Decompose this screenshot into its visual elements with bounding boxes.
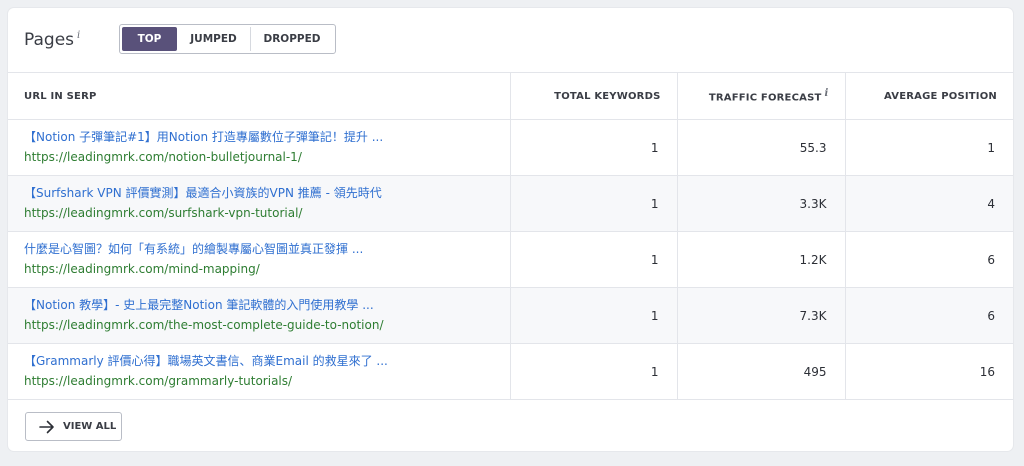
column-header-traffic[interactable]: TRAFFIC FORECAST i [677, 72, 846, 120]
keywords-cell: 1 [510, 231, 678, 288]
tab-top[interactable]: TOP [122, 27, 177, 51]
url-cell: 什麼是心智圖？如何「有系統」的繪製專屬心智圖並真正發揮 ... https://… [8, 231, 511, 288]
table-row: 【Notion 子彈筆記#1】用Notion 打造專屬數位子彈筆記！提升 ...… [8, 119, 1013, 176]
table-row: 【Notion 教學】- 史上最完整Notion 筆記軟體的入門使用教學 ...… [8, 287, 1013, 344]
position-cell: 16 [845, 343, 1013, 400]
arrow-right-icon [39, 420, 54, 433]
page-title: Pages i [24, 30, 80, 50]
tab-group: TOP JUMPED DROPPED [119, 24, 336, 54]
url-cell: 【Surfshark VPN 評價實測】最適合小資族的VPN 推薦 - 領先時代… [8, 175, 511, 232]
column-header-traffic-label: TRAFFIC FORECAST [708, 92, 822, 104]
url-cell: 【Notion 子彈筆記#1】用Notion 打造專屬數位子彈筆記！提升 ...… [8, 119, 511, 176]
page-title-link[interactable]: 【Grammarly 評價心得】職場英文書信、商業Email 的救星來了 ... [24, 353, 494, 370]
traffic-cell: 55.3 [677, 119, 846, 176]
url-cell: 【Grammarly 評價心得】職場英文書信、商業Email 的救星來了 ...… [8, 343, 511, 400]
position-cell: 1 [845, 119, 1013, 176]
table-row: 什麼是心智圖？如何「有系統」的繪製專屬心智圖並真正發揮 ... https://… [8, 231, 1013, 288]
column-header-position[interactable]: AVERAGE POSITION [845, 72, 1013, 120]
url-cell: 【Notion 教學】- 史上最完整Notion 筆記軟體的入門使用教學 ...… [8, 287, 511, 344]
page-url[interactable]: https://leadingmrk.com/mind-mapping/ [24, 261, 494, 278]
traffic-cell: 7.3K [677, 287, 846, 344]
card-header: Pages i TOP JUMPED DROPPED [8, 8, 1013, 72]
traffic-cell: 1.2K [677, 231, 846, 288]
keywords-cell: 1 [510, 287, 678, 344]
keywords-cell: 1 [510, 343, 678, 400]
pages-table: URL IN SERP TOTAL KEYWORDS TRAFFIC FOREC… [8, 72, 1013, 400]
table-row: 【Grammarly 評價心得】職場英文書信、商業Email 的救星來了 ...… [8, 343, 1013, 400]
view-all-label: VIEW ALL [63, 421, 117, 432]
pages-card: Pages i TOP JUMPED DROPPED URL IN SERP TO… [8, 8, 1013, 451]
page-title-link[interactable]: 什麼是心智圖？如何「有系統」的繪製專屬心智圖並真正發揮 ... [24, 241, 494, 258]
keywords-cell: 1 [510, 175, 678, 232]
position-cell: 4 [845, 175, 1013, 232]
traffic-cell: 495 [677, 343, 846, 400]
page-title-link[interactable]: 【Notion 子彈筆記#1】用Notion 打造專屬數位子彈筆記！提升 ... [24, 129, 494, 146]
tab-jumped[interactable]: JUMPED [177, 27, 251, 51]
table-header-row: URL IN SERP TOTAL KEYWORDS TRAFFIC FOREC… [8, 72, 1013, 120]
page-title-link[interactable]: 【Surfshark VPN 評價實測】最適合小資族的VPN 推薦 - 領先時代 [24, 185, 494, 202]
page-title-text: Pages [24, 30, 75, 50]
page-url[interactable]: https://leadingmrk.com/grammarly-tutoria… [24, 373, 494, 390]
column-header-url[interactable]: URL IN SERP [8, 72, 511, 120]
view-all-button[interactable]: VIEW ALL [25, 412, 122, 441]
position-cell: 6 [845, 287, 1013, 344]
traffic-cell: 3.3K [677, 175, 846, 232]
page-url[interactable]: https://leadingmrk.com/the-most-complete… [24, 317, 494, 334]
page-title-link[interactable]: 【Notion 教學】- 史上最完整Notion 筆記軟體的入門使用教學 ... [24, 297, 494, 314]
page-url[interactable]: https://leadingmrk.com/notion-bulletjour… [24, 149, 494, 166]
traffic-info-icon[interactable]: i [825, 88, 829, 99]
info-icon[interactable]: i [77, 30, 80, 41]
tab-dropped[interactable]: DROPPED [251, 27, 333, 51]
column-header-keywords[interactable]: TOTAL KEYWORDS [510, 72, 678, 120]
table-row: 【Surfshark VPN 評價實測】最適合小資族的VPN 推薦 - 領先時代… [8, 175, 1013, 232]
keywords-cell: 1 [510, 119, 678, 176]
position-cell: 6 [845, 231, 1013, 288]
page-url[interactable]: https://leadingmrk.com/surfshark-vpn-tut… [24, 205, 494, 222]
